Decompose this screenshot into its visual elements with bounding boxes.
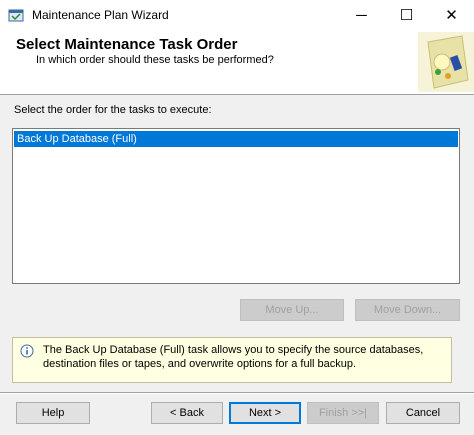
title-bar[interactable]: Maintenance Plan Wizard ─ ☐ ✕ bbox=[0, 0, 474, 30]
move-down-button[interactable]: Move Down... bbox=[355, 299, 460, 321]
task-description-panel: The Back Up Database (Full) task allows … bbox=[12, 337, 452, 383]
close-button[interactable]: ✕ bbox=[429, 0, 474, 30]
maintenance-plan-graphic-icon bbox=[418, 32, 474, 92]
help-button[interactable]: Help bbox=[16, 402, 90, 424]
wizard-icon bbox=[8, 9, 24, 22]
maximize-button[interactable]: ☐ bbox=[384, 0, 429, 30]
move-up-button[interactable]: Move Up... bbox=[240, 299, 344, 321]
window-title: Maintenance Plan Wizard bbox=[32, 8, 169, 22]
next-button[interactable]: Next > bbox=[229, 402, 301, 424]
page-title: Select Maintenance Task Order bbox=[16, 36, 238, 53]
wizard-header: Select Maintenance Task Order In which o… bbox=[0, 30, 474, 95]
page-subtitle: In which order should these tasks be per… bbox=[36, 54, 274, 66]
task-order-instruction: Select the order for the tasks to execut… bbox=[14, 104, 212, 116]
back-button[interactable]: < Back bbox=[151, 402, 223, 424]
list-item[interactable]: Back Up Database (Full) bbox=[14, 131, 458, 147]
cancel-button[interactable]: Cancel bbox=[386, 402, 460, 424]
minimize-button[interactable]: ─ bbox=[339, 0, 384, 30]
footer-divider bbox=[0, 392, 474, 394]
finish-button[interactable]: Finish >>| bbox=[307, 402, 379, 424]
info-icon bbox=[20, 344, 34, 358]
task-order-list[interactable]: Back Up Database (Full) bbox=[12, 128, 460, 284]
task-description-text: The Back Up Database (Full) task allows … bbox=[43, 344, 424, 370]
